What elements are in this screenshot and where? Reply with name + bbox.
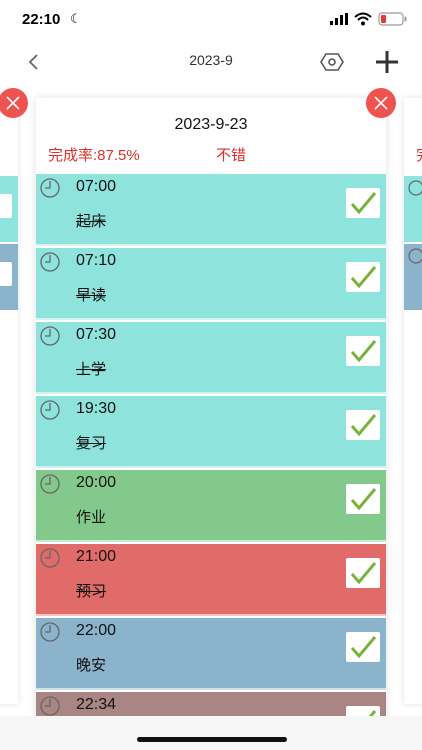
next-card-rate: 完 bbox=[416, 144, 422, 165]
task-name: 晚安 bbox=[76, 657, 107, 674]
task-time: 07:10 bbox=[76, 252, 117, 269]
previous-day-card[interactable] bbox=[0, 98, 18, 704]
checkmark-icon bbox=[350, 266, 377, 289]
clock-icon bbox=[40, 622, 60, 642]
task-row[interactable]: 20:00 作业 bbox=[36, 470, 386, 542]
task-checkbox[interactable] bbox=[346, 188, 380, 218]
hexagon-gear-icon[interactable] bbox=[320, 50, 344, 74]
clock-icon bbox=[40, 252, 60, 272]
day-card: 2023-9-23 完成率:87.5% 不错 07:00 起床 07:10 早读 07:… bbox=[36, 98, 386, 738]
task-name: 预习 bbox=[76, 583, 107, 600]
clock-icon bbox=[40, 400, 60, 420]
signal-icon bbox=[330, 13, 348, 25]
task-row[interactable]: 19:30 复习 bbox=[36, 396, 386, 468]
close-icon bbox=[6, 96, 20, 110]
checkmark-icon bbox=[350, 192, 377, 215]
checkmark-icon bbox=[350, 414, 377, 437]
task-time: 07:30 bbox=[76, 326, 117, 343]
status-bar: 22:10 ☾ bbox=[0, 0, 422, 40]
task-time: 19:30 bbox=[76, 400, 117, 417]
task-row[interactable]: 07:30 上学 bbox=[36, 322, 386, 394]
task-name: 作业 bbox=[76, 509, 107, 526]
clock-icon bbox=[40, 474, 60, 494]
next-card-row bbox=[404, 244, 422, 310]
screen: 22:10 ☾ 2023-9 2023-9-23 完成率:87.5% 不错 07… bbox=[0, 0, 422, 750]
delete-previous-card-button[interactable] bbox=[0, 88, 28, 118]
home-indicator[interactable] bbox=[137, 737, 287, 742]
task-checkbox[interactable] bbox=[346, 558, 380, 588]
completion-rate: 完成率:87.5% bbox=[48, 147, 140, 164]
delete-card-button[interactable] bbox=[366, 88, 396, 118]
task-time: 20:00 bbox=[76, 474, 117, 491]
close-icon bbox=[374, 96, 388, 110]
task-checkbox[interactable] bbox=[346, 336, 380, 366]
checkmark-icon bbox=[350, 562, 377, 585]
plus-icon[interactable] bbox=[374, 49, 400, 75]
task-checkbox[interactable] bbox=[346, 484, 380, 514]
task-checkbox[interactable] bbox=[346, 262, 380, 292]
clock-icon bbox=[40, 178, 60, 198]
task-name: 起床 bbox=[76, 213, 107, 230]
completion-comment: 不错 bbox=[216, 147, 247, 164]
checkbox bbox=[0, 262, 12, 286]
checkbox bbox=[0, 194, 12, 218]
task-name: 复习 bbox=[76, 435, 107, 452]
task-time: 22:00 bbox=[76, 622, 117, 639]
clock-icon bbox=[40, 696, 60, 716]
task-checkbox[interactable] bbox=[346, 410, 380, 440]
task-name: 早读 bbox=[76, 287, 107, 304]
task-time: 21:00 bbox=[76, 548, 117, 565]
clock-icon bbox=[40, 326, 60, 346]
task-row[interactable]: 22:00 晚安 bbox=[36, 618, 386, 690]
next-day-card[interactable]: 完 bbox=[404, 98, 422, 704]
moon-icon: ☾ bbox=[70, 11, 82, 26]
task-row[interactable]: 07:10 早读 bbox=[36, 248, 386, 320]
bottom-bar bbox=[0, 716, 422, 750]
checkmark-icon bbox=[350, 636, 377, 659]
wifi-icon bbox=[354, 12, 372, 26]
checkmark-icon bbox=[350, 488, 377, 511]
clock-icon bbox=[408, 248, 422, 264]
clock-icon bbox=[408, 180, 422, 196]
battery-icon bbox=[378, 12, 407, 26]
card-date: 2023-9-23 bbox=[174, 116, 248, 133]
previous-card-row bbox=[0, 244, 18, 310]
task-row[interactable]: 07:00 起床 bbox=[36, 174, 386, 246]
checkmark-icon bbox=[350, 340, 377, 363]
month-title: 2023-9 bbox=[189, 52, 233, 68]
task-checkbox[interactable] bbox=[346, 632, 380, 662]
task-row[interactable]: 21:00 预习 bbox=[36, 544, 386, 616]
nav-bar: 2023-9 bbox=[0, 42, 422, 82]
task-time: 07:00 bbox=[76, 178, 117, 195]
status-time: 22:10 bbox=[22, 11, 61, 28]
previous-card-row bbox=[0, 176, 18, 242]
clock-icon bbox=[40, 548, 60, 568]
task-name: 上学 bbox=[76, 361, 107, 378]
next-card-row bbox=[404, 176, 422, 242]
task-time: 22:34 bbox=[76, 696, 117, 713]
